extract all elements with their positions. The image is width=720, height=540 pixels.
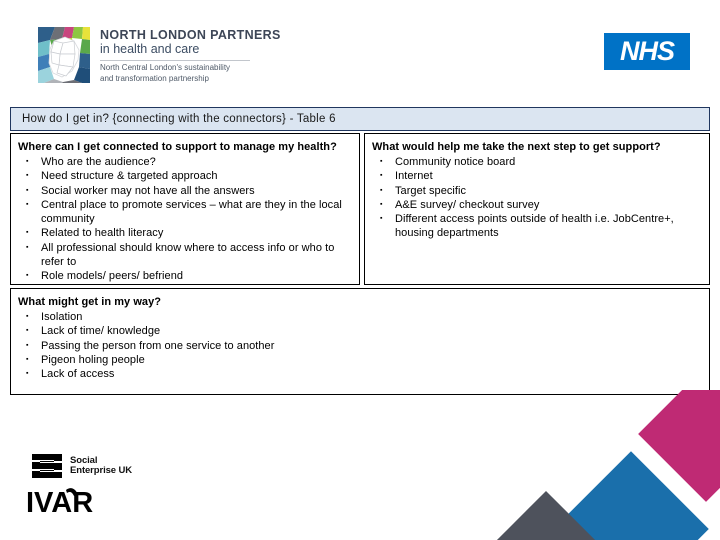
- bullet-text: Social worker may not have all the answe…: [41, 184, 255, 197]
- bullet-text: Different access points outside of healt…: [395, 213, 674, 240]
- bullet-marker-icon: ▪: [26, 370, 29, 378]
- slide-canvas: NORTH LONDON PARTNERS in health and care…: [0, 0, 720, 540]
- bullet-item: ▪ Who are the audience?: [18, 155, 352, 169]
- cell-heading: Where can I get connected to support to …: [18, 141, 337, 153]
- bullet-text: Related to health literacy: [41, 227, 164, 240]
- bullet-item: ▪ A&E survey/ checkout survey: [372, 198, 702, 212]
- nlp-logo-divider: [100, 60, 250, 61]
- bullet-text: A&E survey/ checkout survey: [395, 198, 540, 211]
- bullet-marker-icon: ▪: [26, 355, 29, 363]
- bullet-text: Who are the audience?: [41, 156, 156, 168]
- cell-what-would-help-next-step: What would help me take the next step to…: [364, 133, 710, 285]
- bullet-marker-icon: ▪: [26, 229, 29, 237]
- bullet-marker-icon: ▪: [380, 215, 383, 223]
- nlp-logo-line3b: and transformation partnership: [100, 73, 209, 83]
- bullet-marker-icon: ▪: [380, 200, 383, 208]
- social-enterprise-uk-logo: Social Enterprise UK: [30, 452, 132, 480]
- bullet-text: Community notice board: [395, 156, 516, 168]
- bullet-text: All professional should know where to ac…: [41, 241, 335, 269]
- ivar-logo-text: IVAR: [26, 487, 93, 517]
- cell-heading: What might get in my way?: [18, 296, 162, 308]
- bullet-marker-icon: ▪: [26, 313, 29, 320]
- bullet-text: Pigeon holing people: [41, 353, 145, 366]
- bullet-item: ▪ Lack of access: [18, 367, 702, 381]
- blue-square: [553, 451, 709, 540]
- bullet-item: ▪ Lack of time/ knowledge: [18, 324, 702, 338]
- bullet-item: ▪ Central place to promote services – wha…: [18, 198, 352, 227]
- social-enterprise-s-icon: [32, 454, 62, 478]
- bullet-marker-icon: ▪: [380, 172, 383, 180]
- bullet-item: ▪ Isolation: [18, 310, 702, 324]
- bullet-item: ▪ Pigeon holing people: [18, 353, 702, 367]
- bullet-item: ▪ Different access points outside of heal…: [372, 212, 702, 241]
- bullet-marker-icon: ▪: [26, 243, 29, 251]
- nlp-logo-wordmark: NORTH LONDON PARTNERS in health and care…: [100, 27, 281, 84]
- bullet-text: Lack of access: [41, 368, 115, 381]
- bullet-marker-icon: ▪: [26, 172, 29, 180]
- bullet-item: ▪ Passing the person from one service to …: [18, 339, 702, 353]
- bullet-item: ▪ Need structure & targeted approach: [18, 169, 352, 183]
- bullet-marker-icon: ▪: [26, 200, 29, 208]
- bullet-marker-icon: ▪: [26, 186, 29, 194]
- cell-where-can-i-get-connected: Where can I get connected to support to …: [10, 133, 360, 285]
- bullet-text: Central place to promote services – what…: [41, 198, 342, 226]
- seuk-line2: Enterprise UK: [70, 465, 133, 476]
- bullet-item: ▪ Role models/ peers/ befriend: [18, 269, 352, 283]
- bullet-item: ▪ Related to health literacy: [18, 226, 352, 240]
- bullet-item: ▪ Internet: [372, 169, 702, 183]
- bullet-marker-icon: ▪: [26, 272, 29, 280]
- magenta-square: [638, 390, 720, 502]
- nhs-logo: NHS: [604, 33, 690, 70]
- cell-heading: What would help me take the next step to…: [372, 141, 661, 153]
- bullet-text: Target specific: [395, 184, 467, 197]
- north-london-partners-logo: NORTH LONDON PARTNERS in health and care…: [38, 27, 281, 84]
- nlp-logo-line3a: North Central London's sustainability: [100, 63, 231, 72]
- nlp-logo-line1: NORTH LONDON PARTNERS: [100, 28, 281, 42]
- cell-bullet-list: ▪ Who are the audience? ▪ Need structure & …: [18, 155, 352, 284]
- cell-what-might-get-in-my-way: What might get in my way? ▪ Isolation ▪ Lac…: [10, 288, 710, 395]
- bullet-text: Role models/ peers/ befriend: [41, 270, 184, 283]
- bullet-text: Need structure & targeted approach: [41, 170, 218, 183]
- table-title-bar: How do I get in? {connecting with the co…: [10, 107, 710, 131]
- bullet-marker-icon: ▪: [26, 327, 29, 335]
- bullet-marker-icon: ▪: [380, 186, 383, 194]
- corner-decoration: [490, 390, 720, 540]
- social-enterprise-uk-wordmark: Social Enterprise UK: [70, 455, 133, 477]
- bullet-marker-icon: ▪: [380, 158, 383, 165]
- bullet-item: ▪ Social worker may not have all the answ…: [18, 184, 352, 198]
- nlp-mosaic-icon: [38, 27, 90, 83]
- cell-bullet-list: ▪ Community notice board ▪ Internet ▪ Target …: [372, 155, 702, 241]
- ivar-logo: IVAR: [26, 487, 93, 517]
- nlp-logo-line2: in health and care: [100, 42, 200, 56]
- bullet-text: Internet: [395, 170, 433, 183]
- bullet-marker-icon: ▪: [26, 158, 29, 165]
- bullet-text: Passing the person from one service to a…: [41, 339, 275, 352]
- cell-bullet-list: ▪ Isolation ▪ Lack of time/ knowledge ▪ Passi…: [18, 310, 702, 381]
- bullet-text: Lack of time/ knowledge: [41, 325, 161, 338]
- bullet-text: Isolation: [41, 311, 83, 323]
- bullet-item: ▪ Community notice board: [372, 155, 702, 169]
- nhs-logo-text: NHS: [619, 36, 675, 66]
- table-title: How do I get in? {connecting with the co…: [22, 113, 336, 125]
- bullet-item: ▪ Target specific: [372, 184, 702, 198]
- grey-square: [490, 490, 612, 540]
- bullet-item: ▪ All professional should know where to a…: [18, 241, 352, 270]
- bullet-marker-icon: ▪: [26, 341, 29, 349]
